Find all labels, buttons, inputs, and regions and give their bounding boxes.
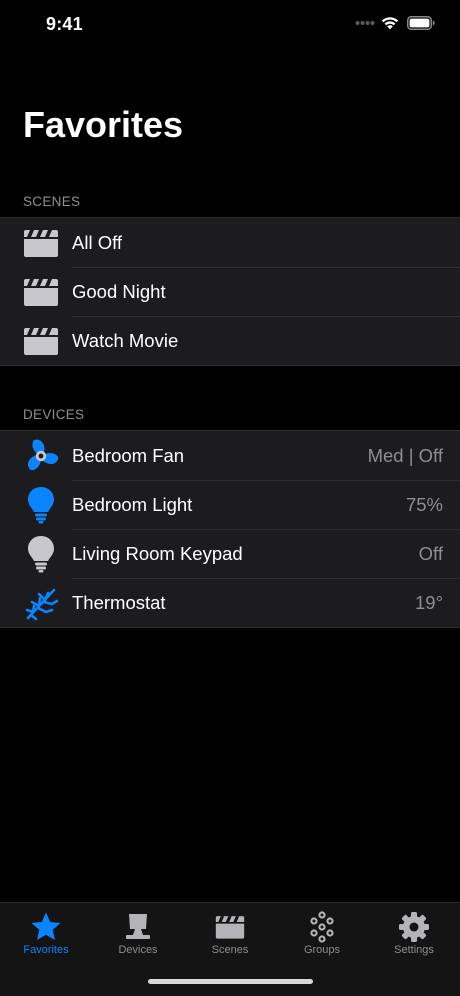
scene-label: Good Night — [72, 280, 166, 302]
battery-icon — [407, 16, 435, 30]
scene-label: Watch Movie — [72, 329, 179, 351]
scene-row-good-night[interactable]: Good Night — [0, 267, 460, 316]
device-value: Med | Off — [367, 444, 443, 466]
signal-dots-icon — [355, 21, 375, 25]
device-value: 75% — [405, 493, 443, 515]
devices-list: Bedroom Fan Med | Off Bedroom Light 75% … — [0, 430, 460, 628]
tab-groups[interactable]: Groups — [276, 903, 368, 967]
device-row-bedroom-light[interactable]: Bedroom Light 75% — [0, 480, 460, 529]
device-row-living-room-keypad[interactable]: Living Room Keypad Off — [0, 529, 460, 578]
tab-label: Favorites — [23, 944, 69, 956]
scene-row-watch-movie[interactable]: Watch Movie — [0, 316, 460, 365]
lightbulb-icon — [22, 486, 60, 524]
device-label: Bedroom Fan — [72, 444, 185, 466]
star-icon — [29, 910, 63, 944]
scene-row-all-off[interactable]: All Off — [0, 218, 460, 267]
fan-icon — [22, 437, 60, 475]
status-bar: 9:41 — [0, 0, 460, 50]
device-label: Thermostat — [72, 591, 166, 613]
device-label: Bedroom Light — [72, 493, 193, 515]
tab-label: Scenes — [211, 944, 249, 956]
clapperboard-icon — [22, 273, 60, 311]
device-row-thermostat[interactable]: Thermostat 19° — [0, 578, 460, 627]
tab-label: Groups — [303, 944, 341, 956]
tab-settings[interactable]: Settings — [368, 903, 460, 967]
tab-scenes[interactable]: Scenes — [184, 903, 276, 967]
tab-favorites[interactable]: Favorites — [0, 903, 92, 967]
tab-label: Settings — [394, 944, 434, 956]
tab-label: Devices — [118, 944, 158, 956]
lightbulb-icon — [22, 535, 60, 573]
device-value: Off — [418, 542, 443, 564]
device-label: Living Room Keypad — [72, 542, 243, 564]
device-row-bedroom-fan[interactable]: Bedroom Fan Med | Off — [0, 431, 460, 480]
clapperboard-icon — [213, 910, 247, 944]
home-indicator — [148, 979, 313, 984]
gear-icon — [397, 910, 431, 944]
wifi-icon — [381, 17, 399, 30]
groups-icon — [305, 910, 339, 944]
tab-devices[interactable]: Devices — [92, 903, 184, 967]
lamp-icon — [121, 910, 155, 944]
device-value: 19° — [415, 591, 443, 613]
scenes-section-header: SCENES — [23, 194, 81, 209]
clapperboard-icon — [22, 322, 60, 360]
page-title: Favorites — [23, 104, 184, 145]
scenes-list: All Off Good Night Watch Movie — [0, 217, 460, 366]
snowflake-icon — [22, 584, 60, 622]
clapperboard-icon — [22, 224, 60, 262]
scene-label: All Off — [72, 231, 123, 253]
devices-section-header: DEVICES — [23, 407, 85, 422]
status-time: 9:41 — [46, 14, 83, 34]
